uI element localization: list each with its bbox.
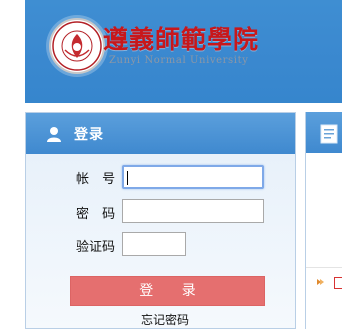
login-panel-title: 登录 xyxy=(74,127,104,143)
seal-emblem-icon xyxy=(52,21,102,71)
account-input[interactable] xyxy=(122,165,264,189)
right-panel-divider xyxy=(306,267,342,268)
password-label: 密 码 xyxy=(76,207,116,222)
captcha-input[interactable] xyxy=(122,232,186,256)
account-label: 帐 号 xyxy=(76,172,116,187)
login-panel-header: 登录 xyxy=(26,113,295,154)
forgot-password-link[interactable]: 忘记密码 xyxy=(141,311,189,328)
right-info-panel xyxy=(305,112,342,329)
header-gap xyxy=(25,103,342,112)
text-caret xyxy=(127,171,128,185)
login-submit-button[interactable]: 登 录 xyxy=(70,276,265,306)
document-icon xyxy=(320,124,338,144)
password-input[interactable] xyxy=(122,199,264,223)
user-icon xyxy=(47,127,61,142)
right-panel-header xyxy=(306,112,342,153)
news-item-fragment[interactable] xyxy=(334,277,342,289)
arrow-bullet-icon xyxy=(317,279,324,285)
header-banner: 遵義師範學院 Zunyi Normal University xyxy=(25,0,342,103)
school-name-title: 遵義師範學院 xyxy=(103,25,260,54)
captcha-label: 验证码 xyxy=(76,240,116,255)
school-name-english: Zunyi Normal University xyxy=(109,55,249,66)
school-seal-logo xyxy=(49,18,105,74)
page-margin xyxy=(0,0,25,329)
